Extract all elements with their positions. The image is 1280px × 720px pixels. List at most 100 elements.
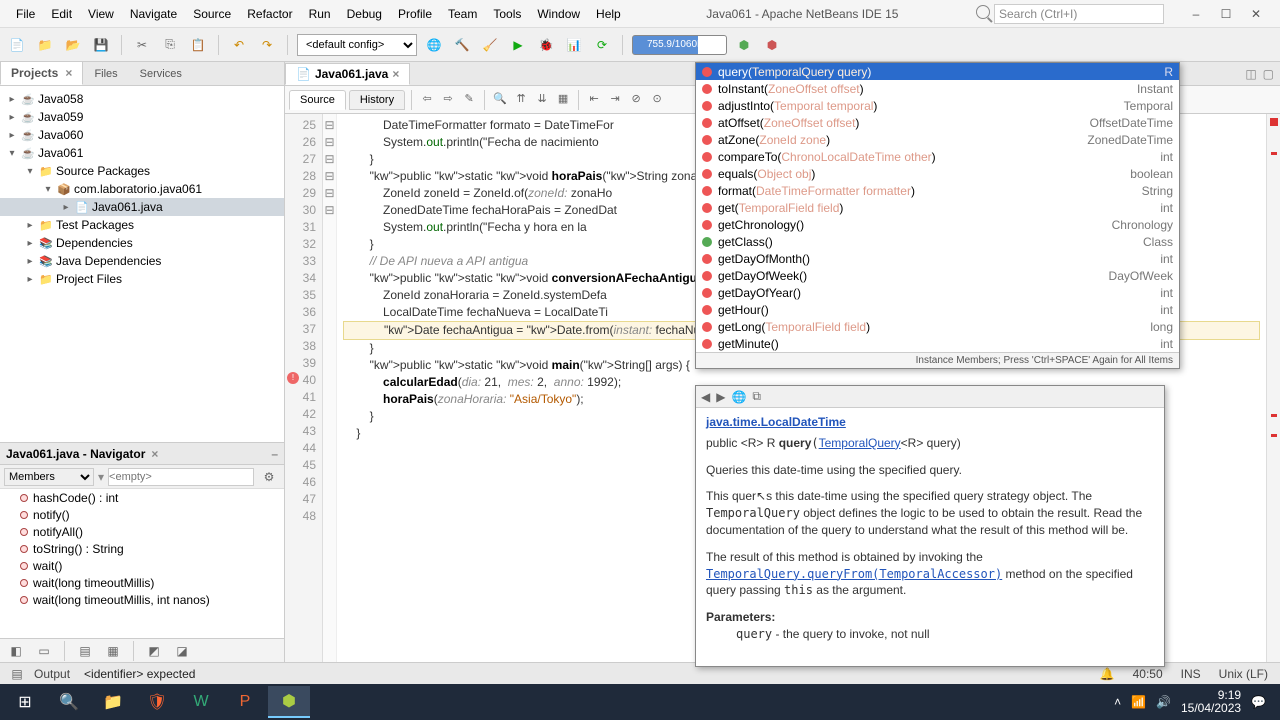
nav-sort-icon[interactable]: ▤ <box>74 640 96 662</box>
tree-item[interactable]: ▸☕Java060 <box>0 126 284 144</box>
error-stripe[interactable] <box>1266 114 1280 662</box>
menu-view[interactable]: View <box>80 4 122 24</box>
menu-help[interactable]: Help <box>588 4 629 24</box>
source-tab[interactable]: Source <box>289 90 346 110</box>
navigator-item[interactable]: notifyAll() <box>0 523 284 540</box>
ed-back-icon[interactable]: ⇦ <box>418 90 436 108</box>
doc-temporalquery-link[interactable]: TemporalQuery <box>819 436 901 450</box>
navigator-item[interactable]: wait() <box>0 557 284 574</box>
ed-comment-icon[interactable]: ⊘ <box>627 90 645 108</box>
minimize-button[interactable]: – <box>1186 7 1206 21</box>
autocomplete-item[interactable]: atOffset(ZoneOffset offset)OffsetDateTim… <box>696 114 1179 131</box>
profile-icon[interactable]: 📊 <box>563 34 585 56</box>
doc-back-icon[interactable]: ◀ <box>701 390 710 404</box>
javadoc-popup[interactable]: ◀ ▶ 🌐 ⧉ java.time.LocalDateTime public <… <box>695 385 1165 667</box>
memory-gauge[interactable]: 755.9/1060MB <box>632 35 727 55</box>
clean-build-icon[interactable]: 🧹 <box>479 34 501 56</box>
history-tab[interactable]: History <box>349 90 405 110</box>
ed-last-edit-icon[interactable]: ✎ <box>460 90 478 108</box>
tab-files[interactable]: Files <box>83 63 128 85</box>
tree-item[interactable]: ▾☕Java061 <box>0 144 284 162</box>
menu-run[interactable]: Run <box>301 4 339 24</box>
taskbar-netbeans[interactable]: ⬢ <box>268 686 310 718</box>
notifications-icon[interactable]: 🔔 <box>1100 667 1115 681</box>
new-project-icon[interactable]: 📁 <box>34 34 56 56</box>
doc-new-window-icon[interactable]: ⧉ <box>752 389 761 404</box>
tree-item[interactable]: ▸📁Project Files <box>0 270 284 288</box>
tree-item[interactable]: ▾📦com.laboratorio.java061 <box>0 180 284 198</box>
navigator-view-select[interactable]: Members <box>4 468 94 486</box>
tray-date[interactable]: 15/04/2023 <box>1181 702 1241 715</box>
tree-item[interactable]: ▸📁Test Packages <box>0 216 284 234</box>
navigator-options-icon[interactable]: ⚙ <box>258 466 280 488</box>
debug-icon[interactable]: 🐞 <box>535 34 557 56</box>
ed-shift-right-icon[interactable]: ⇥ <box>606 90 624 108</box>
global-search-input[interactable]: Search (Ctrl+I) <box>994 4 1164 24</box>
start-button[interactable]: ⊞ <box>4 686 46 718</box>
navigator-item[interactable]: notify() <box>0 506 284 523</box>
menu-file[interactable]: File <box>8 4 43 24</box>
gc-icon[interactable]: ⬢ <box>733 34 755 56</box>
tree-item[interactable]: ▸📄Java061.java <box>0 198 284 216</box>
doc-queryfrom-link[interactable]: TemporalQuery.queryFrom(TemporalAccessor… <box>706 567 1002 581</box>
maximize-button[interactable]: ☐ <box>1216 7 1236 21</box>
tree-item[interactable]: ▸☕Java059 <box>0 108 284 126</box>
autocomplete-item[interactable]: get(TemporalField field)int <box>696 199 1179 216</box>
autocomplete-item[interactable]: getClass()Class <box>696 233 1179 250</box>
error-gutter-icon[interactable]: ! <box>287 372 299 384</box>
doc-class-link[interactable]: java.time.LocalDateTime <box>706 415 846 429</box>
autocomplete-item[interactable]: toInstant(ZoneOffset offset)Instant <box>696 80 1179 97</box>
nav-inherit-icon[interactable]: ◧ <box>5 640 27 662</box>
taskbar-explorer[interactable]: 📁 <box>92 686 134 718</box>
autocomplete-item[interactable]: compareTo(ChronoLocalDateTime other)int <box>696 148 1179 165</box>
new-file-icon[interactable]: 📄 <box>6 34 28 56</box>
ed-find-prev-icon[interactable]: ⇈ <box>512 90 530 108</box>
tray-volume-icon[interactable]: 🔊 <box>1156 695 1171 709</box>
nav-static-icon[interactable]: ▦ <box>102 640 124 662</box>
autocomplete-item[interactable]: getHour()int <box>696 301 1179 318</box>
globe-icon[interactable]: 🌐 <box>423 34 445 56</box>
menu-refactor[interactable]: Refactor <box>239 4 300 24</box>
navigator-item[interactable]: wait(long timeoutMillis) <box>0 574 284 591</box>
output-icon[interactable]: ▤ <box>6 663 28 685</box>
project-tree[interactable]: ▸☕Java058▸☕Java059▸☕Java060▾☕Java061▾📁So… <box>0 86 284 442</box>
tree-item[interactable]: ▸📚Java Dependencies <box>0 252 284 270</box>
autocomplete-popup[interactable]: query(TemporalQuery query)RtoInstant(Zon… <box>695 62 1180 369</box>
tab-projects[interactable]: Projects × <box>0 61 83 85</box>
run-config-select[interactable]: <default config> <box>297 34 417 56</box>
tab-services[interactable]: Services <box>129 63 193 85</box>
taskbar-powerpoint[interactable]: P <box>224 686 266 718</box>
ed-shift-left-icon[interactable]: ⇤ <box>585 90 603 108</box>
editor-tab-java061[interactable]: 📄 Java061.java × <box>285 63 410 85</box>
nav-filter-icon[interactable]: ◪ <box>171 640 193 662</box>
taskbar-word[interactable]: W <box>180 686 222 718</box>
windows-taskbar[interactable]: ⊞ 🔍 📁 🛡 W P ⬢ ˄ 📶 🔊 9:19 15/04/2023 💬 <box>0 684 1280 720</box>
menu-debug[interactable]: Debug <box>339 4 390 24</box>
cut-icon[interactable]: ✂ <box>131 34 153 56</box>
menu-window[interactable]: Window <box>529 4 588 24</box>
taskbar-brave[interactable]: 🛡 <box>136 686 178 718</box>
save-all-icon[interactable]: 💾 <box>90 34 112 56</box>
tree-item[interactable]: ▸☕Java058 <box>0 90 284 108</box>
ed-uncomment-icon[interactable]: ⊙ <box>648 90 666 108</box>
autocomplete-item[interactable]: getLong(TemporalField field)long <box>696 318 1179 335</box>
ed-find-next-icon[interactable]: ⇊ <box>533 90 551 108</box>
autocomplete-item[interactable]: adjustInto(Temporal temporal)Temporal <box>696 97 1179 114</box>
tray-action-center-icon[interactable]: 💬 <box>1251 695 1266 709</box>
tray-wifi-icon[interactable]: 📶 <box>1131 695 1146 709</box>
menu-team[interactable]: Team <box>440 4 485 24</box>
autocomplete-item[interactable]: getDayOfWeek()DayOfWeek <box>696 267 1179 284</box>
ed-highlight-icon[interactable]: ▦ <box>554 90 572 108</box>
stop-gc-icon[interactable]: ⬢ <box>761 34 783 56</box>
autocomplete-item[interactable]: query(TemporalQuery query)R <box>696 63 1179 80</box>
navigator-item[interactable]: toString() : String <box>0 540 284 557</box>
reload-icon[interactable]: ⟳ <box>591 34 613 56</box>
menu-profile[interactable]: Profile <box>390 4 440 24</box>
build-icon[interactable]: 🔨 <box>451 34 473 56</box>
navigator-item[interactable]: wait(long timeoutMillis, int nanos) <box>0 591 284 608</box>
copy-icon[interactable]: ⎘ <box>159 34 181 56</box>
menu-edit[interactable]: Edit <box>43 4 80 24</box>
navigator-item[interactable]: hashCode() : int <box>0 489 284 506</box>
autocomplete-item[interactable]: getChronology()Chronology <box>696 216 1179 233</box>
ed-find-sel-icon[interactable]: 🔍 <box>491 90 509 108</box>
